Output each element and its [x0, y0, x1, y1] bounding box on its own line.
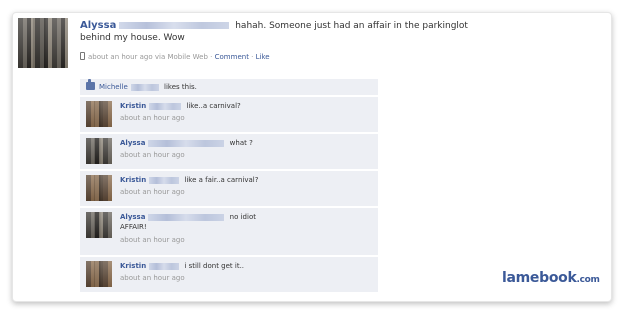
comment-line: Alyssa what ? — [120, 138, 374, 148]
thumbs-up-icon — [86, 79, 95, 90]
post-author-avatar[interactable] — [18, 18, 68, 68]
commenter-avatar[interactable] — [86, 138, 112, 164]
comment-timestamp: about an hour ago — [120, 151, 185, 159]
comment-line: Alyssa no idiot AFFAIR! — [120, 212, 374, 232]
comment-timestamp: about an hour ago — [120, 188, 185, 196]
commenter-name[interactable]: Alyssa — [120, 139, 145, 147]
comment-item: Kristin like..a carnival? about an hour … — [80, 97, 378, 133]
comment-timestamp: about an hour ago — [120, 236, 185, 244]
like-link[interactable]: Like — [256, 53, 270, 61]
lamebook-logo: lamebook.com — [502, 270, 600, 286]
comment-text: no idiot — [229, 213, 256, 221]
comment-link[interactable]: Comment — [215, 53, 249, 61]
likes-bar: Michelle likes this. — [80, 79, 378, 96]
redacted-surname — [149, 262, 180, 270]
brand-tld: .com — [576, 275, 600, 285]
comment-text: like a fair..a carnival? — [184, 176, 259, 184]
commenter-avatar[interactable] — [86, 101, 112, 127]
comment-text-line2: AFFAIR! — [120, 223, 147, 231]
likes-text: likes this. — [164, 83, 197, 91]
comment-item: Kristin like a fair..a carnival? about a… — [80, 171, 378, 207]
liker-name[interactable]: Michelle — [99, 83, 128, 91]
comment-text: what ? — [229, 139, 253, 147]
post-body: Alyssa hahah. Someone just had an affair… — [80, 20, 500, 44]
meta-separator: · — [210, 53, 213, 61]
comment-line: Kristin like a fair..a carnival? — [120, 175, 374, 185]
mobile-phone-icon — [80, 52, 85, 60]
redacted-surname — [149, 102, 182, 110]
redacted-surname — [148, 213, 225, 221]
post-author-name[interactable]: Alyssa — [80, 20, 116, 31]
comment-timestamp: about an hour ago — [120, 274, 185, 282]
redacted-surname — [130, 83, 159, 91]
post-timestamp: about an hour ago via Mobile Web — [88, 53, 208, 61]
comment-text: like..a carnival? — [186, 102, 241, 110]
redacted-surname — [119, 22, 230, 29]
comment-item: Kristin i still dont get it.. about an h… — [80, 257, 378, 293]
redacted-surname — [149, 176, 180, 184]
post-meta: about an hour ago via Mobile Web · Comme… — [80, 52, 270, 62]
comment-timestamp: about an hour ago — [120, 114, 185, 122]
commenter-avatar[interactable] — [86, 212, 112, 238]
redacted-surname — [148, 139, 225, 147]
comment-item: Alyssa what ? about an hour ago — [80, 134, 378, 170]
meta-separator-2: · — [251, 53, 254, 61]
comment-line: Kristin like..a carnival? — [120, 101, 374, 111]
commenter-name[interactable]: Alyssa — [120, 213, 145, 221]
commenter-avatar[interactable] — [86, 175, 112, 201]
brand-name: lamebook — [502, 270, 577, 286]
comment-line: Kristin i still dont get it.. — [120, 261, 374, 271]
comment-item: Alyssa no idiot AFFAIR! about an hour ag… — [80, 208, 378, 256]
commenter-name[interactable]: Kristin — [120, 176, 146, 184]
commenter-name[interactable]: Kristin — [120, 102, 146, 110]
commenter-name[interactable]: Kristin — [120, 262, 146, 270]
commenter-avatar[interactable] — [86, 261, 112, 287]
comment-text: i still dont get it.. — [184, 262, 245, 270]
